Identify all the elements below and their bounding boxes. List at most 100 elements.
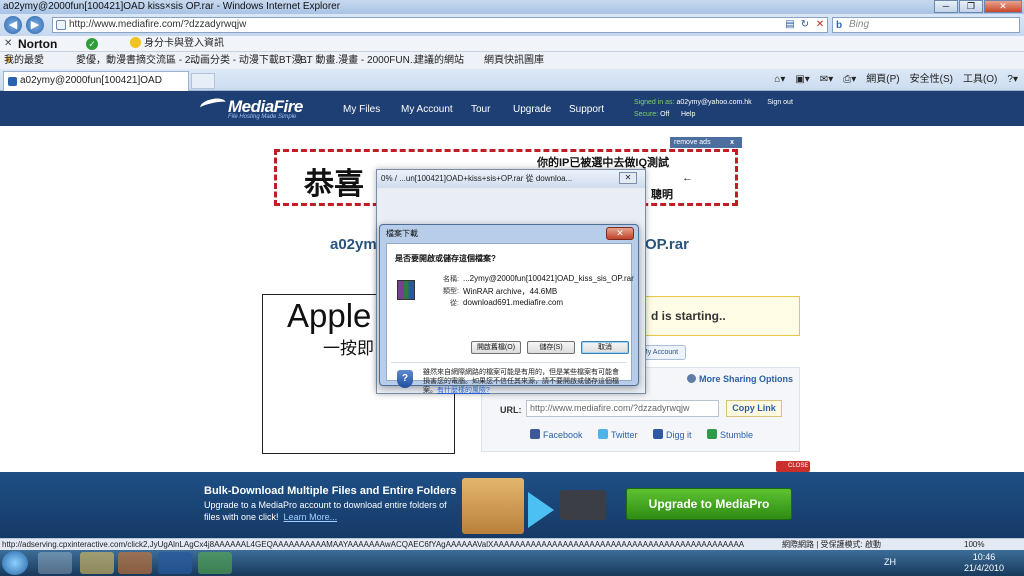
name-label: 名稱: — [443, 276, 459, 283]
norton-close-button[interactable]: ✕ — [4, 36, 12, 52]
dialog-warning: 雖然來自網際網路的檔案可能是有用的，但是某些檔案有可能會損害您的電腦。如果您不信… — [423, 368, 623, 395]
folder-box-image — [462, 478, 524, 534]
progress-window-close[interactable]: ✕ — [619, 172, 637, 184]
file-title-left: a02ym — [330, 236, 377, 253]
stumble-label: Stumble — [720, 430, 754, 440]
home-icon[interactable]: ⌂▾ — [774, 72, 785, 88]
share-url-field[interactable]: http://www.mediafire.com/?dzzadyrwqjw — [526, 400, 719, 417]
media-player-taskbar-icon[interactable] — [118, 552, 152, 574]
open-button[interactable]: 開啟舊檔(O) — [471, 341, 521, 354]
stumbleupon-icon — [707, 429, 717, 439]
nav-tour[interactable]: Tour — [471, 104, 490, 115]
twitter-link[interactable]: Twitter — [598, 429, 638, 440]
tools-menu[interactable]: 工具(O) — [963, 72, 997, 88]
norton-toolbar: ✕ Norton ✓ 身分卡與登入資訊 — [0, 36, 1024, 52]
help-icon[interactable]: ?▾ — [1007, 72, 1018, 88]
digg-link[interactable]: Digg it — [653, 429, 692, 440]
favorite-link[interactable]: BT 動畫.漫畫 - 2000FUN... — [300, 52, 418, 69]
secure-label: Secure: — [634, 111, 659, 118]
secure-value: Off — [660, 111, 670, 118]
mail-icon[interactable]: ✉▾ — [820, 72, 833, 88]
favorites-label: 我的最愛 — [4, 55, 44, 66]
cancel-button[interactable]: 取消 — [581, 341, 629, 354]
tab-active[interactable]: a02ymy@2000fun[100421]OAD kiss×sis OP.ra… — [3, 71, 189, 104]
favorites-bar: ★ 我的最愛 愛優，動漫書摘交流區 - 2... 动画分类 - 动漫下載BT漫.… — [0, 52, 1024, 69]
back-button[interactable]: ◀ — [4, 16, 22, 34]
more-sharing-options-link[interactable]: More Sharing Options — [686, 374, 793, 384]
status-url: http://adserving.cpxinteractive.com/clic… — [2, 540, 745, 549]
security-zone[interactable]: 網際網路 | 受保護模式: 啟動 — [778, 539, 881, 550]
nav-my-files[interactable]: My Files — [343, 104, 380, 115]
ie-taskbar-icon[interactable] — [38, 552, 72, 574]
clock-date: 21/4/2010 — [963, 563, 1004, 573]
copy-link-button[interactable]: Copy Link — [726, 400, 782, 417]
sign-out-link[interactable]: Sign out — [767, 99, 793, 106]
mediafire-swoosh-icon — [199, 96, 227, 114]
nav-support[interactable]: Support — [569, 104, 604, 115]
explorer-taskbar-icon[interactable] — [80, 552, 114, 574]
banner-text: Upgrade to a MediaPro account to downloa… — [204, 499, 454, 523]
forward-button[interactable]: ▶ — [26, 16, 44, 34]
stumble-link[interactable]: Stumble — [707, 429, 753, 440]
address-bar[interactable]: http://www.mediafire.com/?dzzadyrwqjw — [52, 17, 828, 33]
norton-check-icon[interactable]: ✓ — [86, 38, 98, 50]
norton-identity-button[interactable]: 身分卡與登入資訊 — [130, 36, 224, 52]
network-taskbar-icon[interactable] — [198, 552, 232, 574]
refresh-icon[interactable]: ↻ — [798, 18, 812, 31]
remove-ads-link[interactable]: remove ads — [674, 139, 711, 146]
safety-menu[interactable]: 安全性(S) — [910, 72, 953, 88]
signed-in-label: Signed in as: — [634, 99, 675, 106]
banner-heading: Bulk-Download Multiple Files and Entire … — [204, 485, 457, 497]
arrow-image — [528, 492, 554, 528]
facebook-icon — [530, 429, 540, 439]
address-url: http://www.mediafire.com/?dzzadyrwqjw — [69, 19, 247, 30]
search-box[interactable]: b Bing — [832, 17, 1020, 33]
status-bar: http://adserving.cpxinteractive.com/clic… — [0, 538, 1024, 550]
language-indicator[interactable]: ZH — [884, 557, 896, 567]
remove-ads-close[interactable]: x — [730, 137, 734, 148]
favorite-link[interactable]: 动画分类 - 动漫下載BT漫... — [190, 52, 310, 69]
mediafire-header: MediaFire File Hosting Made Simple My Fi… — [0, 91, 1024, 126]
print-icon[interactable]: ⎙▾ — [843, 72, 856, 88]
web-slice-gallery-link[interactable]: 網頁快訊圖庫 — [484, 52, 544, 69]
command-bar: ⌂▾ ▣▾ ✉▾ ⎙▾ 網頁(P) 安全性(S) 工具(O) ?▾ — [764, 72, 1018, 88]
facebook-link[interactable]: Facebook — [530, 429, 583, 440]
new-tab-button[interactable] — [191, 73, 215, 89]
share-icon — [686, 374, 696, 383]
help-link[interactable]: Help — [681, 111, 695, 118]
hp-taskbar-icon[interactable] — [158, 552, 192, 574]
page-menu[interactable]: 網頁(P) — [866, 72, 899, 88]
close-ad-button[interactable]: CLOSE — [776, 461, 810, 472]
twitter-label: Twitter — [611, 430, 638, 440]
upgrade-to-mediapro-button[interactable]: Upgrade to MediaPro — [626, 488, 792, 520]
maximize-button[interactable]: ❐ — [959, 0, 983, 13]
favorite-link[interactable]: 愛優，動漫書摘交流區 - 2... — [76, 52, 199, 69]
url-label: URL: — [500, 405, 522, 415]
remove-ads-bar: remove ads x — [670, 137, 742, 148]
user-email: a02ymy@yahoo.com.hk — [676, 99, 752, 106]
progress-window-title: 0% / ...un[100421]OAD+kiss+sis+OP.rar 從 … — [377, 170, 645, 188]
zoom-level[interactable]: 100% — [960, 539, 985, 550]
apple-ad-line2: 一按即 — [323, 339, 374, 358]
hard-drive-image — [560, 490, 606, 520]
minimize-button[interactable]: ─ — [934, 0, 958, 13]
feeds-icon[interactable]: ▣▾ — [795, 72, 809, 88]
save-button[interactable]: 儲存(S) — [527, 341, 575, 354]
norton-logo[interactable]: Norton — [18, 36, 57, 52]
file-title-right: OP.rar — [645, 236, 689, 253]
nav-upgrade[interactable]: Upgrade — [513, 104, 551, 115]
bing-icon: b — [836, 20, 843, 31]
risk-link[interactable]: 有什麼樣的風險? — [437, 387, 490, 394]
compat-view-icon[interactable]: ▤ — [783, 18, 797, 31]
tab-page-icon — [8, 77, 17, 86]
close-window-button[interactable]: ✕ — [984, 0, 1022, 13]
start-button[interactable] — [2, 551, 28, 575]
nav-my-account[interactable]: My Account — [401, 104, 453, 115]
clock[interactable]: 10:46 21/4/2010 — [964, 552, 1004, 574]
learn-more-link[interactable]: Learn More... — [284, 512, 338, 522]
file-name: ...2ymy@2000fun[100421]OAD_kiss_sis_OP.r… — [463, 274, 634, 283]
suggested-sites-link[interactable]: 建議的網站 — [414, 52, 464, 69]
stop-icon[interactable]: ✕ — [813, 18, 827, 31]
download-status-text: d is starting.. — [651, 309, 726, 323]
dialog-close-button[interactable]: ✕ — [606, 227, 634, 240]
